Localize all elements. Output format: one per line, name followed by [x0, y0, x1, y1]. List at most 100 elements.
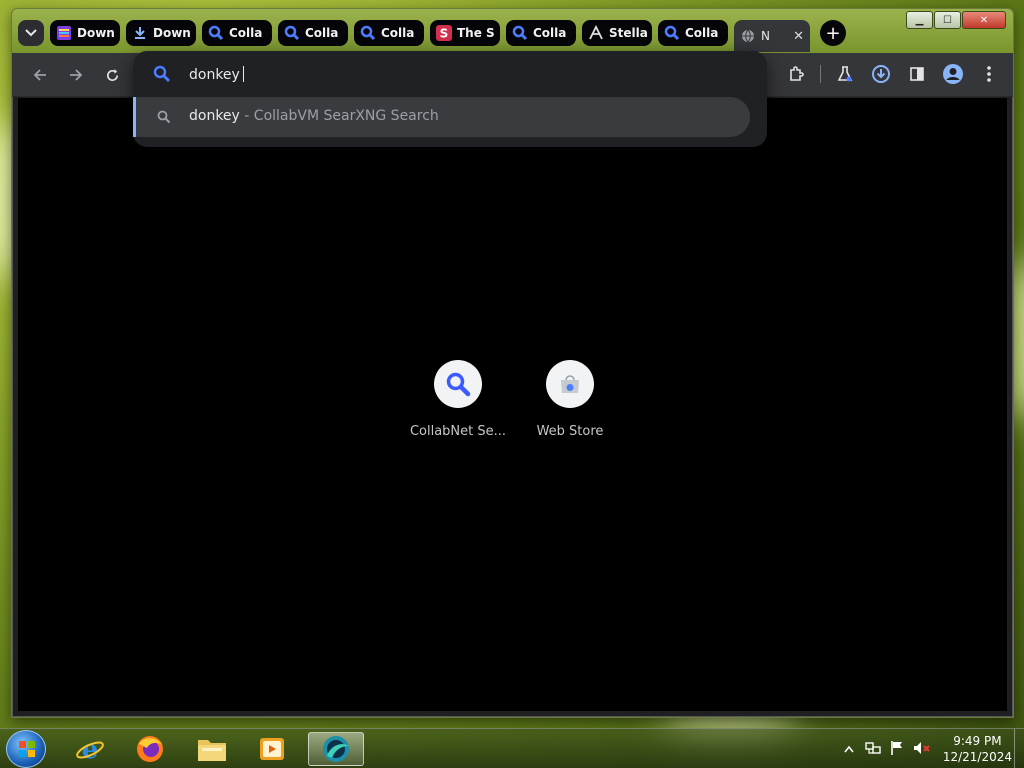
chevron-down-icon — [25, 29, 37, 37]
tab-label: Colla — [229, 26, 263, 40]
svg-text:S: S — [440, 27, 449, 41]
system-tray: 9:49 PM 12/21/2024 — [841, 733, 1012, 765]
tab[interactable]: Down — [126, 20, 196, 46]
taskbar: e 9:49 PM 12/21/2024 — [0, 728, 1024, 768]
suggestion-separator: - — [239, 108, 254, 124]
web-store-icon — [561, 375, 579, 393]
forward-button[interactable] — [64, 63, 88, 87]
clock-time: 9:49 PM — [953, 734, 1002, 748]
search-favicon-icon — [284, 25, 300, 41]
tab[interactable]: Stella — [582, 20, 652, 46]
maximize-button[interactable]: ☐ — [934, 11, 961, 29]
tab-label: Colla — [685, 26, 719, 40]
browser-window: ▁ ☐ ✕ Down Down Colla Colla Colla S The … — [11, 8, 1014, 718]
windows-logo-icon — [19, 741, 35, 757]
shortcut-label: Web Store — [536, 424, 604, 439]
suggestion-query: donkey — [189, 108, 240, 124]
menu-button[interactable] — [977, 62, 1001, 86]
flask-icon — [837, 66, 853, 82]
tab-label: The S — [457, 26, 495, 40]
tab-label: Colla — [305, 26, 339, 40]
taskbar-app-internet-explorer[interactable]: e — [62, 732, 118, 766]
tab[interactable]: Colla — [278, 20, 348, 46]
downloads-button[interactable] — [869, 62, 893, 86]
download-progress-icon — [872, 65, 890, 83]
tab[interactable]: Colla — [506, 20, 576, 46]
firefox-icon — [137, 736, 163, 762]
tab[interactable]: Colla — [354, 20, 424, 46]
suggestion-engine: CollabVM SearXNG Search — [253, 108, 439, 124]
show-desktop-button[interactable] — [1014, 729, 1024, 768]
taskbar-app-chrome-browser[interactable] — [308, 732, 364, 766]
search-icon — [157, 109, 171, 128]
browser-icon — [323, 736, 349, 762]
search-favicon-icon — [208, 25, 224, 41]
search-icon — [153, 65, 171, 87]
svg-text:e: e — [82, 735, 99, 765]
arrow-left-icon — [33, 69, 46, 81]
tab[interactable]: Colla — [202, 20, 272, 46]
new-tab-page: CollabNet Se... Web Store — [18, 98, 1007, 711]
side-panel-icon — [910, 67, 924, 81]
reload-button[interactable] — [100, 63, 124, 87]
reload-icon — [106, 68, 118, 81]
toolbar-actions — [784, 62, 1001, 86]
show-hidden-icons-button[interactable] — [841, 742, 857, 756]
stack-favicon-icon — [56, 25, 72, 41]
tab-label: Stella — [609, 26, 648, 40]
profile-button[interactable] — [941, 62, 965, 86]
address-bar[interactable]: donkey — [133, 61, 767, 89]
taskbar-app-media-player[interactable] — [244, 732, 300, 766]
globe-favicon-icon — [740, 28, 756, 44]
tab-strip: Down Down Colla Colla Colla S The S Coll… — [18, 18, 923, 52]
search-favicon-icon — [512, 25, 528, 41]
taskbar-app-file-explorer[interactable] — [184, 732, 240, 766]
back-button[interactable] — [28, 63, 52, 87]
close-window-button[interactable]: ✕ — [962, 11, 1006, 29]
extensions-button[interactable] — [784, 62, 808, 86]
folder-icon — [198, 740, 226, 761]
toolbar-separator — [820, 65, 821, 83]
omnibox-suggestion[interactable]: donkey - CollabVM SearXNG Search — [133, 97, 750, 137]
tab-label: Colla — [533, 26, 567, 40]
kebab-menu-icon — [987, 66, 991, 82]
volume-muted-icon[interactable] — [913, 740, 930, 759]
suggestion-text: donkey - CollabVM SearXNG Search — [189, 108, 439, 124]
tab[interactable]: S The S — [430, 20, 500, 46]
address-input[interactable]: donkey — [189, 66, 244, 83]
side-panel-button[interactable] — [905, 62, 929, 86]
tab-search-button[interactable] — [18, 20, 44, 46]
tab[interactable]: Down — [50, 20, 120, 46]
taskbar-clock[interactable]: 9:49 PM 12/21/2024 — [943, 733, 1012, 765]
tab-active[interactable]: N ✕ — [734, 20, 810, 52]
tab-label: Down — [77, 26, 115, 40]
taskbar-app-firefox[interactable] — [122, 732, 178, 766]
clock-date: 12/21/2024 — [942, 750, 1012, 764]
start-button[interactable] — [6, 730, 46, 768]
download-favicon-icon — [132, 25, 148, 41]
tab-close-button[interactable]: ✕ — [793, 29, 804, 44]
action-center-flag-icon[interactable] — [889, 740, 905, 759]
labs-button[interactable] — [833, 62, 857, 86]
tab-label: Colla — [381, 26, 415, 40]
search-favicon-icon — [664, 25, 680, 41]
tab[interactable]: Colla — [658, 20, 728, 46]
new-tab-button[interactable]: + — [820, 20, 846, 46]
shortcut-tile[interactable]: CollabNet Se... — [403, 360, 513, 439]
ie-icon: e — [76, 735, 104, 765]
puzzle-icon — [790, 66, 804, 81]
search-favicon-icon — [360, 25, 376, 41]
tab-label: Down — [153, 26, 191, 40]
shortcut-icon-circle — [434, 360, 482, 408]
omnibox-popup: donkey donkey - CollabVM SearXNG Search — [133, 51, 767, 147]
shortcut-icon-circle — [546, 360, 594, 408]
stellar-favicon-icon — [588, 25, 604, 41]
shortcut-tile[interactable]: Web Store — [515, 360, 625, 439]
network-icon[interactable] — [865, 740, 881, 759]
chevron-up-icon — [844, 745, 854, 753]
avatar-icon — [943, 64, 963, 84]
text-caret — [242, 66, 244, 82]
shortcut-label: CollabNet Se... — [409, 424, 507, 439]
s-favicon-icon: S — [436, 25, 452, 41]
arrow-right-icon — [70, 69, 83, 81]
